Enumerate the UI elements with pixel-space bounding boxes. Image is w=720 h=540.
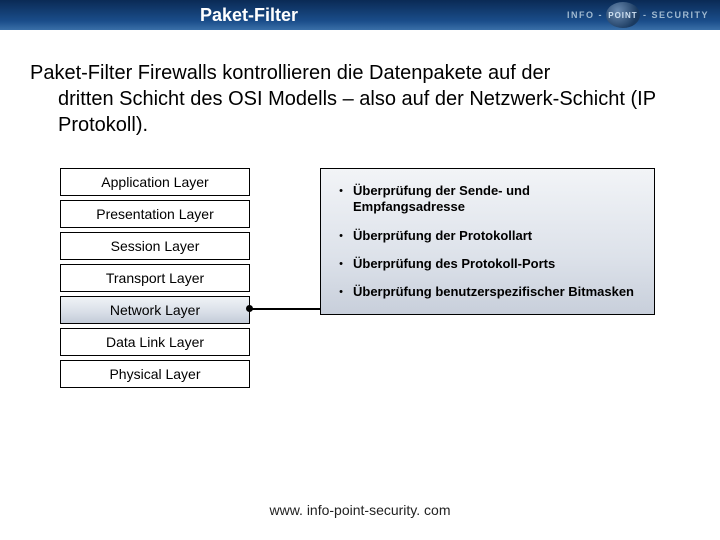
content-area: Application Layer Presentation Layer Ses… (0, 168, 720, 448)
check-list-box: • Überprüfung der Sende- und Empfangsadr… (320, 168, 655, 315)
intro-line1: Paket-Filter Firewalls kontrollieren die… (30, 62, 550, 84)
intro-paragraph: Paket-Filter Firewalls kontrollieren die… (30, 60, 690, 138)
check-item: • Überprüfung benutzerspezifischer Bitma… (329, 278, 644, 306)
bullet-icon: • (329, 183, 353, 199)
layer-application: Application Layer (60, 168, 250, 196)
bullet-icon: • (329, 256, 353, 272)
connector-dot-left (246, 305, 253, 312)
footer-url: www. info-point-security. com (0, 502, 720, 518)
layer-datalink: Data Link Layer (60, 328, 250, 356)
check-text: Überprüfung benutzerspezifischer Bitmask… (353, 284, 644, 300)
check-item: • Überprüfung der Protokollart (329, 222, 644, 250)
osi-stack: Application Layer Presentation Layer Ses… (60, 168, 250, 392)
check-text: Überprüfung der Protokollart (353, 228, 644, 244)
brand-logo: INFO - POINT - SECURITY (564, 2, 712, 28)
layer-network: Network Layer (60, 296, 250, 324)
check-item: • Überprüfung des Protokoll-Ports (329, 250, 644, 278)
title-bar: Paket-Filter INFO - POINT - SECURITY (0, 0, 720, 30)
layer-presentation: Presentation Layer (60, 200, 250, 228)
bullet-icon: • (329, 228, 353, 244)
logo-right: - SECURITY (640, 10, 712, 20)
intro-rest: dritten Schicht des OSI Modells – also a… (30, 86, 690, 138)
logo-mid: POINT (606, 2, 640, 28)
bullet-icon: • (329, 284, 353, 300)
layer-session: Session Layer (60, 232, 250, 260)
layer-physical: Physical Layer (60, 360, 250, 388)
check-text: Überprüfung der Sende- und Empfangsadres… (353, 183, 644, 216)
slide-title: Paket-Filter (200, 5, 298, 26)
check-item: • Überprüfung der Sende- und Empfangsadr… (329, 177, 644, 222)
logo-left: INFO - (564, 10, 606, 20)
layer-transport: Transport Layer (60, 264, 250, 292)
check-text: Überprüfung des Protokoll-Ports (353, 256, 644, 272)
